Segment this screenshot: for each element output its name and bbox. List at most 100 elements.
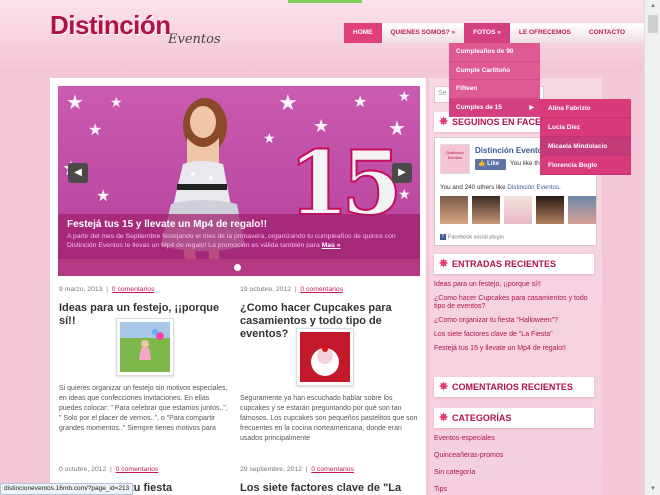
main-nav: HOME QUIENES SOMOS? » FOTOS » LE OFRECEM…	[344, 23, 647, 43]
page-scrollbar[interactable]: ▲ ▼	[644, 0, 660, 495]
fb-faces	[440, 196, 596, 224]
meta-separator: |	[110, 466, 112, 473]
facebook-icon: f	[440, 234, 446, 240]
scroll-down-icon[interactable]: ▼	[645, 483, 660, 495]
cupcake-photo	[300, 332, 350, 382]
submenu-item[interactable]: Micaela Mindolacio	[540, 137, 631, 156]
star-bullet-icon: ✸	[439, 381, 449, 393]
cumples-submenu: Alina Fabrizio Lucía Díez Micaela Mindol…	[540, 99, 631, 175]
post-meta: 0 octubre, 2012 | 0 comentarios	[59, 466, 158, 473]
slider-pager	[58, 259, 420, 276]
fb-like-button[interactable]: 👍 Like	[475, 159, 506, 170]
star-bullet-icon: ✸	[439, 258, 449, 270]
fb-avatar[interactable]	[568, 196, 596, 224]
star-icon: ★	[278, 90, 298, 115]
slider-more-link[interactable]: Mas »	[322, 242, 341, 249]
star-bullet-icon: ✸	[439, 412, 449, 424]
fb-plugin-label[interactable]: f Facebook social plugin	[440, 234, 504, 240]
meta-separator: |	[305, 466, 308, 473]
slider-text-body: A partir del mes de Septiembre festejand…	[67, 233, 396, 249]
fb-page-name[interactable]: Distinción Eventos	[475, 146, 547, 155]
site-logo[interactable]: Distinción Eventos	[50, 10, 221, 47]
recent-post-link[interactable]: Festejá tus 15 y llevate un Mp4 de regal…	[434, 345, 594, 353]
fb-page-link[interactable]: Distinción Eventos.	[507, 184, 561, 191]
status-bar-url: distincioneventos.16mb.com/?page_id=213	[0, 483, 134, 495]
category-link[interactable]: Quinceañeras-promos	[434, 452, 594, 460]
scroll-thumb[interactable]	[648, 15, 658, 33]
slider-caption: Festejá tus 15 y llevate un Mp4 de regal…	[58, 214, 420, 259]
nav-fotos[interactable]: FOTOS »	[464, 23, 510, 43]
kid-photo	[120, 322, 170, 372]
star-icon: ★	[88, 122, 103, 139]
menu-item-label: Cumples de 15	[456, 103, 502, 111]
post-thumbnail[interactable]	[116, 318, 174, 376]
post-meta: 29 septiembre, 2012 | 0 comentarios	[240, 466, 354, 473]
menu-item-fifteen[interactable]: Fifteen	[449, 80, 540, 99]
fb-others-count: You and 240 others like Distinción Event…	[440, 184, 561, 191]
category-link[interactable]: Tips	[434, 486, 594, 494]
submenu-item[interactable]: Lucía Díez	[540, 118, 631, 137]
submenu-item[interactable]: Florencia Boglo	[540, 156, 631, 175]
recent-post-link[interactable]: ¿Como organizar tu fiesta "Halloween"?	[434, 317, 594, 325]
post-title[interactable]: tu fiesta "Halloween"?	[130, 482, 240, 495]
slider-prev-arrow-icon[interactable]: ◀	[68, 163, 88, 183]
comments-link[interactable]: 0 comentarios	[116, 466, 159, 473]
post-date: 19 octubre, 2012	[240, 286, 292, 293]
comments-link[interactable]: 0 comentarios	[300, 286, 343, 293]
star-bullet-icon: ✸	[439, 116, 449, 128]
logo-script-text: Eventos	[168, 32, 221, 47]
recent-posts-list: Ideas para un festejo, ¡¡porque sí!! ¿Co…	[434, 281, 594, 359]
recent-post-link[interactable]: Ideas para un festejo, ¡¡porque sí!!	[434, 281, 594, 289]
widget-title-text: Entradas Recientes	[452, 259, 557, 269]
menu-item-carlitono[interactable]: Cumple Carlitoño	[449, 62, 540, 80]
nav-home[interactable]: HOME	[344, 23, 382, 43]
category-link[interactable]: Sin categoría	[434, 469, 594, 477]
post-excerpt: Seguramente ya han escuchado hablar sobr…	[240, 395, 418, 442]
widget-title-categories: ✸ Categorías	[434, 408, 594, 428]
widget-title-text: Comentarios Recientes	[452, 382, 573, 392]
slider-dot[interactable]	[234, 264, 241, 271]
star-icon: ★	[263, 130, 276, 146]
menu-item-cumples-15[interactable]: Cumples de 15 ▶	[449, 98, 540, 117]
fb-like-label: Like	[487, 161, 500, 167]
meta-separator: |	[106, 286, 108, 293]
categories-list: Eventos-especiales Quinceañeras-promos S…	[434, 435, 594, 495]
nav-quienes-somos[interactable]: QUIENES SOMOS? »	[382, 23, 465, 43]
fb-plugin-text: Facebook social plugin	[448, 234, 504, 241]
slider-next-arrow-icon[interactable]: ▶	[392, 163, 412, 183]
nav-contacto[interactable]: CONTACTO	[580, 23, 634, 43]
star-icon: ★	[66, 92, 84, 114]
star-icon: ★	[398, 186, 411, 202]
post-title[interactable]: Los siete factores clave de "La Fiesta"	[240, 482, 425, 495]
star-icon: ★	[398, 88, 411, 104]
fb-avatar[interactable]	[472, 196, 500, 224]
recent-post-link[interactable]: Los siete factores clave de "La Fiesta"	[434, 331, 594, 339]
meta-separator: |	[294, 286, 297, 293]
star-icon: ★	[110, 94, 123, 110]
fb-avatar[interactable]	[440, 196, 468, 224]
star-icon: ★	[96, 188, 111, 205]
post-thumbnail[interactable]	[296, 328, 354, 386]
post-meta: 9 marzo, 2013 | 0 comentarios	[59, 286, 154, 293]
submenu-item[interactable]: Alina Fabrizio	[540, 99, 631, 118]
comments-link[interactable]: 0 comentarios	[112, 286, 155, 293]
widget-title-comments: ✸ Comentarios Recientes	[434, 377, 594, 397]
slider-title[interactable]: Festejá tus 15 y llevate un Mp4 de regal…	[67, 219, 411, 230]
fb-page-logo[interactable]: Distinción Eventos	[440, 144, 470, 174]
recent-post-link[interactable]: ¿Como hacer Cupcakes para casamientos y …	[434, 295, 594, 311]
category-link[interactable]: Eventos-especiales	[434, 435, 594, 443]
menu-item-cumple-90[interactable]: Cumpleaños de 90	[449, 43, 540, 62]
nav-le-ofrecemos[interactable]: LE OFRECEMOS	[510, 23, 580, 43]
post-date: 0 octubre, 2012	[59, 466, 107, 473]
fb-avatar[interactable]	[536, 196, 564, 224]
star-icon: ★	[353, 94, 368, 111]
logo-main-text: Distinción	[50, 10, 171, 40]
widget-title-recent: ✸ Entradas Recientes	[434, 254, 594, 274]
post-date: 9 marzo, 2013	[59, 286, 103, 293]
scroll-up-icon[interactable]: ▲	[645, 0, 660, 12]
fb-avatar[interactable]	[504, 196, 532, 224]
fb-others-text: You and 240 others like	[440, 184, 508, 191]
comments-link[interactable]: 0 comentarios	[311, 466, 354, 473]
widget-title-text: Categorías	[452, 413, 512, 423]
post-excerpt: Si quieres organizar un festejo sin moti…	[59, 385, 228, 432]
